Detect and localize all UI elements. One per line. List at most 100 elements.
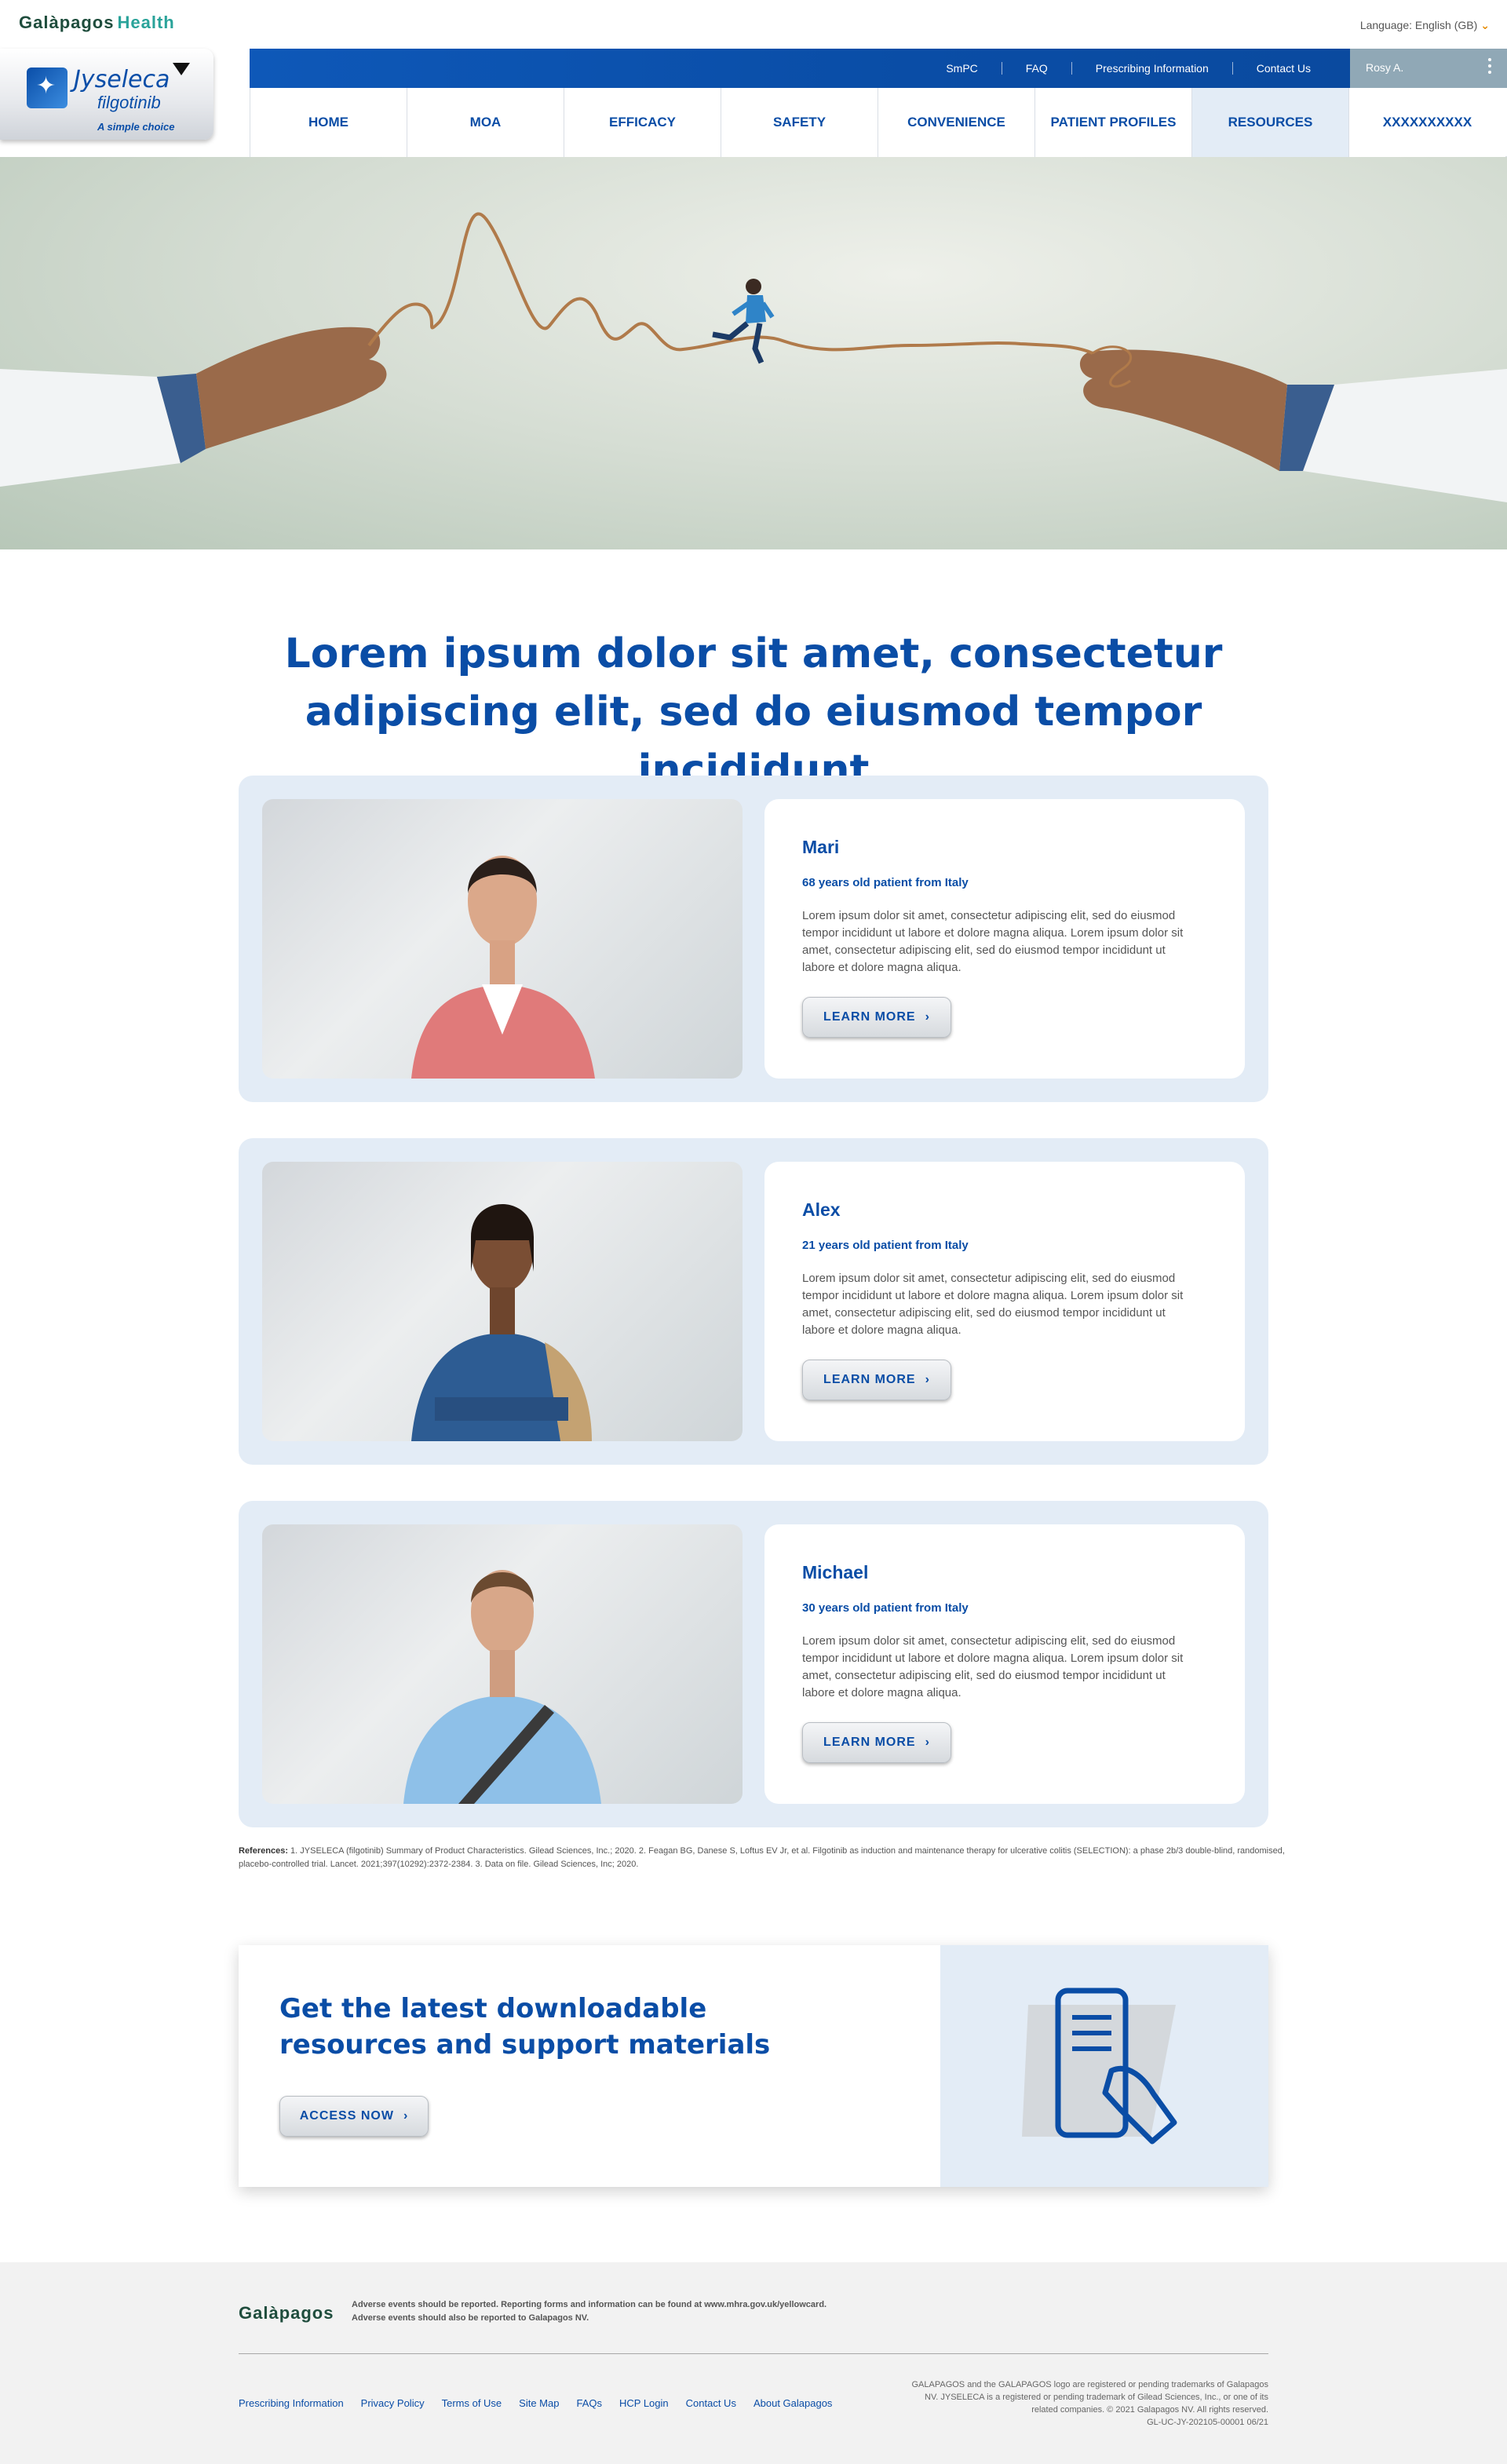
adverse-events-notice: Adverse events should be reported. Repor… [352, 2298, 826, 2325]
util-link-smpc[interactable]: SmPC [922, 62, 1001, 75]
button-label: ACCESS NOW [299, 2109, 394, 2123]
document-code: GL-UC-JY-202105-00001 06/21 [1147, 2418, 1268, 2427]
neck [490, 940, 515, 984]
footer-divider [239, 2353, 1268, 2354]
brand-suffix: Health [117, 13, 175, 32]
chevron-right-icon: › [403, 2109, 409, 2123]
chevron-right-icon: › [925, 1010, 930, 1024]
galapagos-health-logo[interactable]: Galàpagos Health [19, 13, 175, 33]
legal-notice: GALAPAGOS and the GALAPAGOS logo are reg… [899, 2378, 1268, 2429]
patient-photo [262, 1162, 743, 1441]
neck [490, 1287, 515, 1334]
nav-patient-profiles[interactable]: PATIENT PROFILES [1034, 88, 1191, 157]
utility-bar: SmPC FAQ Prescribing Information Contact… [250, 49, 1350, 88]
right-sleeve [1303, 369, 1507, 502]
footer-logo[interactable]: Galàpagos [239, 2303, 334, 2323]
nav-resources[interactable]: RESOURCES [1191, 88, 1348, 157]
runner-head [746, 279, 761, 294]
nav-home[interactable]: HOME [250, 88, 407, 157]
phone-document-icon [1022, 1988, 1177, 2145]
button-label: LEARN MORE [823, 1373, 916, 1386]
language-selector[interactable]: Language: English (GB) ⌄ [1360, 19, 1490, 32]
patient-card-michael: Michael 30 years old patient from Italy … [239, 1501, 1268, 1827]
top-bar: Galàpagos Health Language: English (GB) ⌄ [0, 0, 1507, 47]
footer-link-terms-of-use[interactable]: Terms of Use [442, 2397, 502, 2409]
rope [367, 212, 1093, 355]
patient-illustration [403, 1570, 601, 1804]
patient-age: 68 years old patient from Italy [802, 876, 969, 889]
patient-description: Lorem ipsum dolor sit amet, consectetur … [802, 909, 1184, 974]
runner-torso [746, 295, 766, 323]
chevron-right-icon: › [925, 1373, 930, 1386]
hero-illustration [0, 212, 1507, 502]
product-logo[interactable]: Jyseleca filgotinib A simple choice [0, 49, 213, 140]
util-link-prescribing-information[interactable]: Prescribing Information [1071, 62, 1232, 75]
legal-text: GALAPAGOS and the GALAPAGOS logo are reg… [911, 2380, 1268, 2415]
patient-photo [262, 1524, 743, 1804]
util-link-contact-us[interactable]: Contact Us [1232, 62, 1334, 75]
footer-link-privacy-policy[interactable]: Privacy Policy [361, 2397, 425, 2409]
footer-link-prescribing-information[interactable]: Prescribing Information [239, 2397, 344, 2409]
button-label: LEARN MORE [823, 1736, 916, 1749]
button-label: LEARN MORE [823, 1010, 916, 1024]
patient-name: Michael [802, 1562, 869, 1582]
patient-info: Alex 21 years old patient from Italy Lor… [764, 1162, 1245, 1441]
nav-safety[interactable]: SAFETY [721, 88, 878, 157]
language-label: Language: English (GB) [1359, 19, 1478, 31]
patient-card-mari: Mari 68 years old patient from Italy Lor… [239, 776, 1268, 1102]
footer-link-hcp-login[interactable]: HCP Login [619, 2397, 669, 2409]
download-heading: Get the latest downloadable resources an… [279, 1993, 771, 2061]
adverse-events-line-1: Adverse events should be reported. Repor… [352, 2300, 827, 2309]
patient-card-alex: Alex 21 years old patient from Italy Lor… [239, 1138, 1268, 1465]
footer-link-site-map[interactable]: Site Map [519, 2397, 559, 2409]
right-hand [1079, 349, 1287, 471]
silver-card [1022, 2005, 1176, 2137]
product-name: Jyseleca [74, 66, 170, 93]
footer-link-contact-us[interactable]: Contact Us [686, 2397, 736, 2409]
learn-more-button[interactable]: LEARN MORE › [802, 997, 951, 1038]
left-hand [196, 327, 387, 449]
page-heading: Lorem ipsum dolor sit amet, consectetur … [284, 630, 1223, 794]
learn-more-button[interactable]: LEARN MORE › [802, 1722, 951, 1763]
footer-link-faqs[interactable]: FAQs [576, 2397, 602, 2409]
patient-age: 30 years old patient from Italy [802, 1601, 969, 1615]
patient-photo [262, 799, 743, 1079]
references-label: References: [239, 1846, 288, 1856]
brand-name: Galàpagos [19, 13, 115, 32]
user-name: Rosy A. [1366, 61, 1404, 74]
patient-info: Mari 68 years old patient from Italy Lor… [764, 799, 1245, 1079]
crossed-arms [435, 1397, 568, 1421]
download-resources-panel: Get the latest downloadable resources an… [239, 1945, 1268, 2187]
neck [490, 1650, 515, 1697]
patient-age: 21 years old patient from Italy [802, 1239, 969, 1252]
patient-name: Alex [802, 1199, 841, 1220]
adverse-events-line-2: Adverse events should also be reported t… [352, 2313, 589, 2323]
patient-info: Michael 30 years old patient from Italy … [764, 1524, 1245, 1804]
hero-image [0, 157, 1507, 549]
product-tagline: A simple choice [97, 121, 175, 133]
chevron-right-icon: › [925, 1736, 930, 1749]
product-generic: filgotinib [97, 93, 161, 112]
nav-moa[interactable]: MOA [407, 88, 564, 157]
nav-convenience[interactable]: CONVENIENCE [878, 88, 1034, 157]
learn-more-button[interactable]: LEARN MORE › [802, 1360, 951, 1400]
references-text: 1. JYSELECA (filgotinib) Summary of Prod… [239, 1846, 1285, 1869]
chevron-down-icon: ⌄ [1480, 19, 1490, 31]
references: References: 1. JYSELECA (filgotinib) Sum… [239, 1845, 1290, 1871]
user-menu[interactable]: Rosy A. [1350, 49, 1507, 88]
nav-efficacy[interactable]: EFFICACY [564, 88, 721, 157]
util-link-faq[interactable]: FAQ [1001, 62, 1071, 75]
access-now-button[interactable]: ACCESS NOW › [279, 2096, 429, 2137]
jyseleca-star-icon [27, 68, 68, 108]
patient-description: Lorem ipsum dolor sit amet, consectetur … [802, 1634, 1184, 1699]
nav-placeholder[interactable]: XXXXXXXXXX [1348, 88, 1505, 157]
patient-description: Lorem ipsum dolor sit amet, consectetur … [802, 1272, 1184, 1337]
footer-links: Prescribing Information Privacy Policy T… [239, 2397, 849, 2409]
patient-name: Mari [802, 837, 840, 857]
footer: Galàpagos Adverse events should be repor… [0, 2262, 1507, 2464]
patient-illustration [411, 1204, 592, 1441]
blue-shirt [403, 1696, 601, 1804]
kebab-menu-icon[interactable] [1488, 58, 1493, 77]
triangle-icon [173, 63, 190, 75]
footer-link-about-galapagos[interactable]: About Galapagos [754, 2397, 832, 2409]
